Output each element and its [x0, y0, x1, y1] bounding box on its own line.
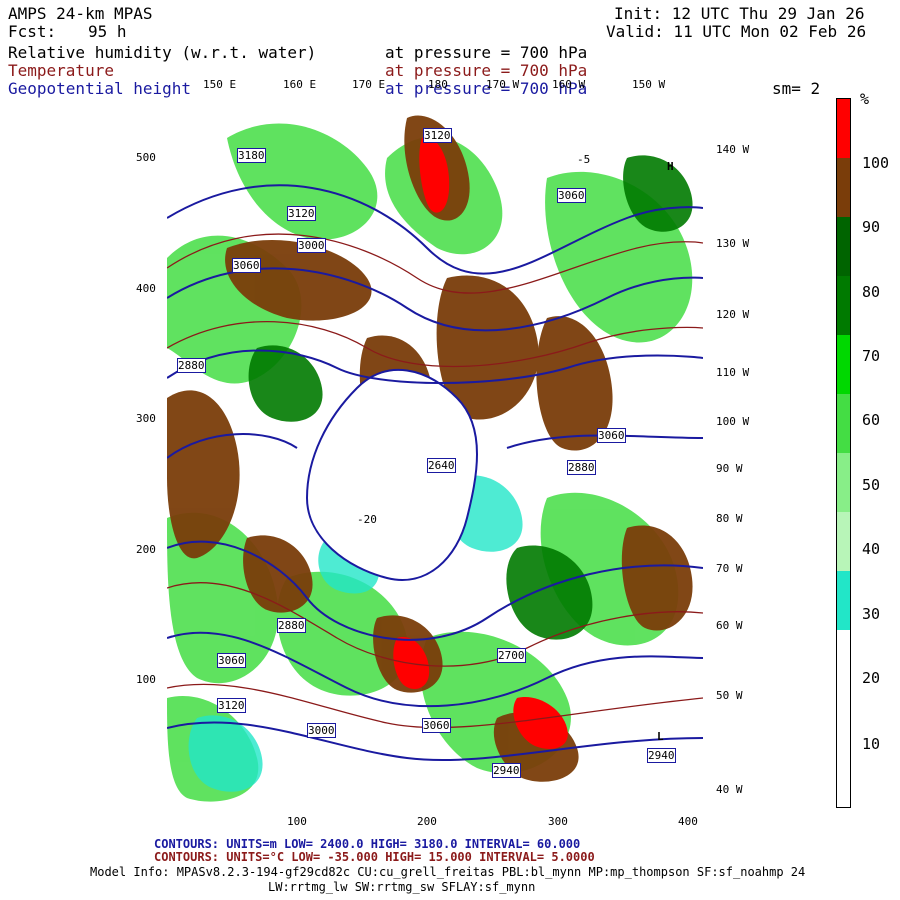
field-rh-level: at pressure = 700 hPa: [385, 43, 588, 62]
contour-label-height: 3060: [597, 428, 626, 443]
forecast-label: Fcst:: [8, 22, 57, 41]
high-pressure-marker: H: [667, 160, 674, 173]
top-lon-label: 150 W: [632, 78, 666, 91]
model-info-line-1: Model Info: MPASv8.2.3-194-gf29cd82c CU:…: [90, 865, 806, 879]
contour-label-height: 2880: [277, 618, 306, 633]
right-lon-label: 90 W: [716, 462, 743, 475]
contour-label-height: 3180: [237, 148, 266, 163]
y-axis-tick: 400: [136, 282, 156, 295]
colorbar-label: 60: [862, 411, 881, 429]
colorbar-label: 100: [862, 154, 890, 172]
right-lon-label: 100 W: [716, 415, 750, 428]
right-lon-label: 70 W: [716, 562, 743, 575]
colorbar-label: 40: [862, 540, 881, 558]
contour-label-height: 3120: [217, 698, 246, 713]
colorbar-label: 80: [862, 283, 881, 301]
colorbar-segment: [837, 158, 850, 217]
colorbar-segment: [837, 571, 850, 630]
valid-time: Valid: 11 UTC Mon 02 Feb 26: [606, 22, 867, 41]
model-info-line-2: LW:rrtmg_lw SW:rrtmg_sw SFLAY:sf_mynn: [268, 880, 536, 894]
top-lon-label: 180: [428, 78, 448, 91]
field-height-name: Geopotential height: [8, 79, 192, 98]
colorbar-segment: [837, 512, 850, 571]
field-rh-name: Relative humidity (w.r.t. water): [8, 43, 317, 62]
colorbar-segment: [837, 99, 850, 158]
colorbar-segment: [837, 689, 850, 748]
colorbar-label: 20: [862, 669, 881, 687]
right-lon-label: 120 W: [716, 308, 750, 321]
init-time: Init: 12 UTC Thu 29 Jan 26: [614, 4, 865, 23]
temp-contour-info: CONTOURS: UNITS=°C LOW= -35.000 HIGH= 15…: [154, 850, 595, 864]
right-lon-label: 140 W: [716, 143, 750, 156]
y-axis-tick: 200: [136, 543, 156, 556]
contour-label-height: 2880: [177, 358, 206, 373]
contour-label-height: 2940: [647, 748, 676, 763]
y-axis-tick: 500: [136, 151, 156, 164]
x-axis-tick: 300: [548, 815, 568, 828]
height-contour-info: CONTOURS: UNITS=m LOW= 2400.0 HIGH= 3180…: [154, 837, 581, 851]
contour-label-height: 3060: [217, 653, 246, 668]
top-lon-label: 150 E: [203, 78, 237, 91]
colorbar-segment: [837, 217, 850, 276]
contour-label-height: 3060: [422, 718, 451, 733]
top-lon-label: 160 W: [552, 78, 586, 91]
contour-label-height: 3060: [557, 188, 586, 203]
right-lon-label: 50 W: [716, 689, 743, 702]
x-axis-tick: 200: [417, 815, 437, 828]
colorbar-label: 90: [862, 218, 881, 236]
right-lon-label: 60 W: [716, 619, 743, 632]
model-title: AMPS 24-km MPAS: [8, 4, 153, 23]
contour-label-height: 2700: [497, 648, 526, 663]
contour-label-height: 3000: [307, 723, 336, 738]
contour-label-height: 2640: [427, 458, 456, 473]
colorbar-segment: [837, 630, 850, 689]
colorbar-label: 50: [862, 476, 881, 494]
colorbar-label: 70: [862, 347, 881, 365]
colorbar-label: 30: [862, 605, 881, 623]
colorbar-unit: %: [860, 90, 870, 108]
right-lon-label: 80 W: [716, 512, 743, 525]
y-axis-tick: 300: [136, 412, 156, 425]
colorbar-segment: [837, 394, 850, 453]
colorbar-segment: [837, 748, 850, 807]
colorbar-segment: [837, 453, 850, 512]
rh-colorbar: [836, 98, 851, 808]
right-lon-label: 110 W: [716, 366, 750, 379]
smoothing-label: sm= 2: [772, 79, 821, 98]
contour-label-height: 2940: [492, 763, 521, 778]
top-lon-label: 160 E: [283, 78, 317, 91]
colorbar-segment: [837, 335, 850, 394]
right-lon-label: 40 W: [716, 783, 743, 796]
x-axis-tick: 400: [678, 815, 698, 828]
forecast-value: 95 h: [88, 22, 127, 41]
contour-label-height: 3060: [232, 258, 261, 273]
top-lon-label: 170 W: [486, 78, 520, 91]
contour-label-height: 2880: [567, 460, 596, 475]
colorbar-segment: [837, 276, 850, 335]
field-temp-name: Temperature: [8, 61, 114, 80]
low-pressure-marker: L: [657, 730, 664, 743]
contour-label-temp: -5: [577, 153, 591, 166]
contour-label-height: 3120: [287, 206, 316, 221]
contour-label-height: 3120: [423, 128, 452, 143]
x-axis-tick: 100: [287, 815, 307, 828]
weather-map: 3120 3180 3120 3060 3000 2880 2640 3060 …: [167, 98, 703, 808]
colorbar-label: 10: [862, 735, 881, 753]
right-lon-label: 130 W: [716, 237, 750, 250]
y-axis-tick: 100: [136, 673, 156, 686]
top-lon-label: 170 E: [352, 78, 386, 91]
contour-label-temp: -20: [357, 513, 377, 526]
contour-label-height: 3000: [297, 238, 326, 253]
